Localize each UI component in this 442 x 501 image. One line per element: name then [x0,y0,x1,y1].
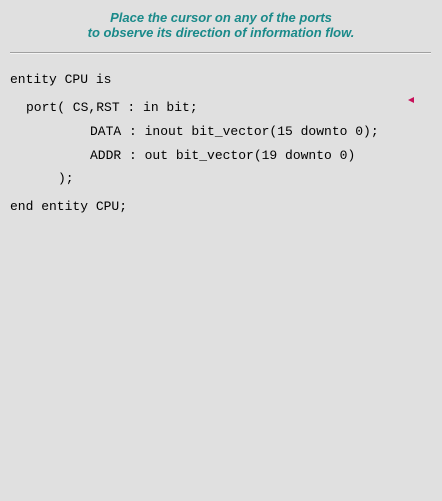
instruction-line-1: Place the cursor on any of the ports [110,10,332,25]
port-cs-rst[interactable]: port( CS,RST : in bit; [26,100,198,115]
end-entity: end entity CPU; [10,199,128,214]
instruction-text: Place the cursor on any of the ports to … [0,10,442,40]
entity-declaration: entity CPU is [10,72,112,87]
direction-arrow-icon [408,97,414,103]
port-data[interactable]: DATA : inout bit_vector(15 downto 0); [90,124,379,139]
port-close: ); [58,171,74,186]
instruction-line-2: to observe its direction of information … [87,25,355,40]
divider [10,52,431,54]
port-addr[interactable]: ADDR : out bit_vector(19 downto 0) [90,148,355,163]
